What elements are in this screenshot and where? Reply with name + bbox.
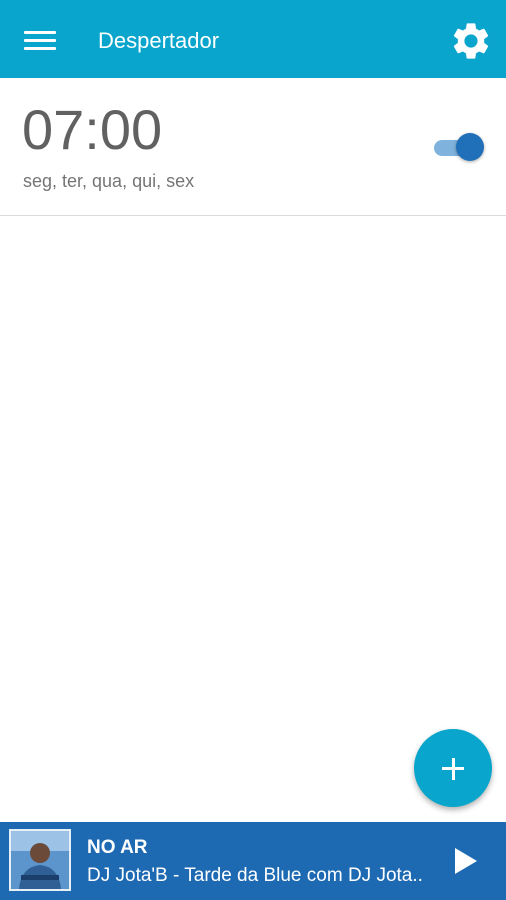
player-status: NO AR (87, 837, 148, 858)
album-art (9, 829, 71, 891)
alarm-enabled-toggle[interactable] (432, 132, 486, 162)
page-title: Despertador (98, 28, 220, 53)
radio-player-bar[interactable]: NO AR DJ Jota'B - Tarde da Blue com DJ J… (0, 822, 506, 900)
play-button[interactable] (452, 846, 480, 876)
play-icon (455, 848, 477, 874)
settings-button[interactable] (449, 19, 493, 63)
alarm-days: seg, ter, qua, qui, sex (23, 171, 195, 191)
alarm-item[interactable]: 07:00 seg, ter, qua, qui, sex (0, 78, 506, 216)
toggle-thumb (456, 133, 484, 161)
add-alarm-button[interactable] (414, 729, 492, 807)
hamburger-menu-icon (24, 31, 56, 34)
player-track-title: DJ Jota'B - Tarde da Blue com DJ Jota.. (87, 865, 423, 886)
menu-button[interactable] (24, 28, 56, 52)
gear-icon (453, 23, 489, 59)
alarm-time: 07:00 (22, 98, 163, 161)
app-bar: Despertador (0, 0, 506, 78)
